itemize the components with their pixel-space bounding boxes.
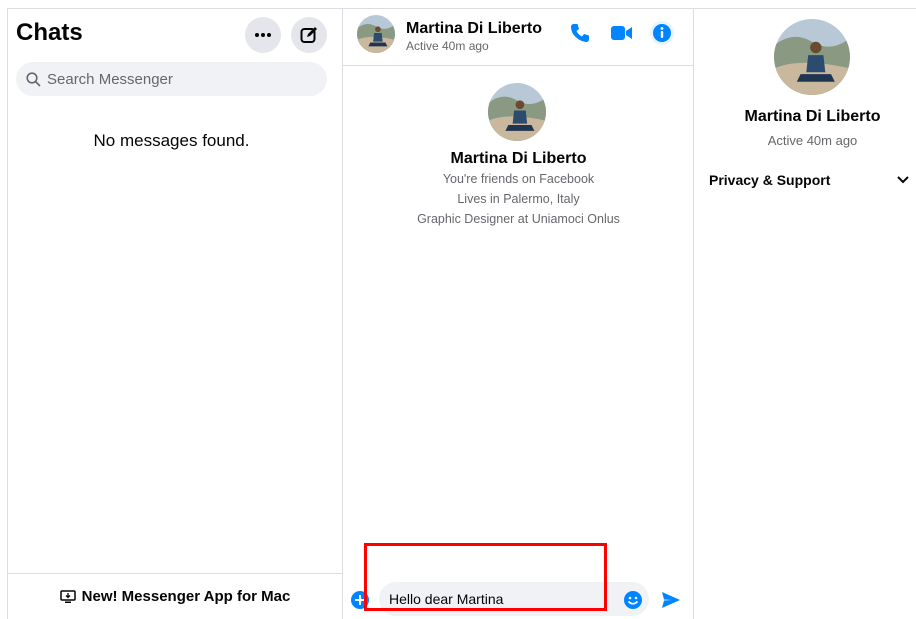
contact-profile-photo[interactable] [488, 83, 546, 141]
message-box[interactable] [379, 582, 649, 616]
add-attachment-button[interactable] [351, 591, 369, 609]
call-button[interactable] [568, 21, 592, 45]
search-input[interactable] [47, 70, 307, 88]
chats-title: Chats [16, 19, 83, 46]
avatar[interactable] [357, 15, 395, 53]
ellipsis-icon [255, 33, 271, 37]
send-button[interactable] [661, 591, 681, 611]
info-icon [650, 21, 674, 45]
empty-state-text: No messages found. [93, 131, 250, 150]
conversation-pane: Martina Di Liberto Active 40m ago Martin… [343, 9, 694, 619]
mac-app-banner-label: New! Messenger App for Mac [81, 588, 291, 605]
intro-location: Lives in Palermo, Italy [457, 192, 580, 206]
intro-work: Graphic Designer at Uniamoci Onlus [417, 212, 620, 226]
privacy-support-label: Privacy & Support [709, 172, 831, 188]
mac-app-banner[interactable]: New! Messenger App for Mac [8, 573, 342, 619]
desktop-icon [59, 589, 76, 604]
video-icon [611, 26, 632, 40]
search-bar[interactable] [16, 62, 327, 96]
details-avatar[interactable] [774, 19, 850, 95]
conversation-info-button[interactable] [650, 21, 674, 45]
smiley-icon [624, 591, 642, 609]
new-message-button[interactable] [291, 17, 327, 53]
search-icon [26, 71, 41, 87]
details-name: Martina Di Liberto [744, 108, 881, 125]
more-options-button[interactable] [245, 17, 281, 53]
privacy-support-section[interactable]: Privacy & Support [709, 169, 909, 191]
chevron-down-icon [897, 176, 909, 184]
phone-icon [571, 24, 589, 42]
compose-icon [300, 27, 317, 43]
contact-name[interactable]: Martina Di Liberto [406, 20, 542, 38]
details-pane: Martina Di Liberto Active 40m ago Privac… [695, 9, 916, 619]
video-call-button[interactable] [610, 21, 634, 45]
intro-name: Martina Di Liberto [450, 150, 587, 167]
send-icon [662, 592, 680, 608]
message-composer [343, 579, 694, 619]
emoji-button[interactable] [623, 590, 643, 610]
details-status: Active 40m ago [767, 133, 858, 148]
chats-sidebar: Chats No messages found. New! Messenger … [8, 9, 343, 619]
conversation-header: Martina Di Liberto Active 40m ago [343, 9, 694, 66]
message-input[interactable] [389, 591, 609, 607]
plus-circle-icon [351, 591, 369, 609]
contact-status: Active 40m ago [406, 39, 489, 53]
intro-friendship: You're friends on Facebook [442, 172, 595, 186]
